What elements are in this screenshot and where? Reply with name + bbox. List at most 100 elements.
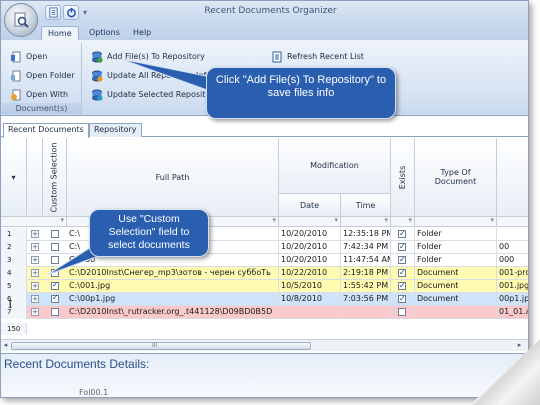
row-number[interactable]: 7 bbox=[1, 306, 27, 319]
custom-selection-checkbox[interactable] bbox=[51, 293, 59, 303]
expand-row-icon[interactable]: + bbox=[31, 269, 39, 277]
row-number[interactable]: 5 bbox=[1, 280, 27, 293]
custom-selection-header-label: Custom Selection bbox=[50, 141, 59, 213]
full-path-cell[interactable]: C:\00p1.jpg bbox=[67, 293, 279, 306]
modification-header: Modification bbox=[279, 138, 391, 194]
search-document-icon bbox=[14, 12, 29, 28]
time-header[interactable]: Time bbox=[341, 194, 391, 217]
expander-header bbox=[27, 138, 43, 217]
extra-cell[interactable]: 001-pro bbox=[497, 267, 528, 280]
exists-header-label: Exists bbox=[398, 165, 408, 189]
custom-selection-checkbox[interactable] bbox=[51, 230, 59, 238]
full-path-cell[interactable]: C:\001.jpg bbox=[67, 280, 279, 293]
open-button[interactable]: Open bbox=[8, 49, 49, 64]
row-indicator-header[interactable]: ▾ bbox=[1, 138, 27, 217]
type-cell[interactable]: Folder bbox=[415, 254, 497, 267]
scroll-left-icon[interactable]: ◂ bbox=[1, 341, 10, 350]
open-folder-icon bbox=[11, 70, 21, 81]
date-cell[interactable]: 10/5/2010 bbox=[279, 280, 341, 293]
database-update-icon bbox=[92, 89, 103, 101]
type-of-document-header[interactable]: Type Of Document bbox=[415, 138, 497, 217]
tab-recent-documents[interactable]: Recent Documents bbox=[3, 123, 89, 138]
time-cell[interactable]: 1:55:42 PM bbox=[341, 280, 391, 293]
date-cell[interactable]: 10/20/2010 bbox=[279, 254, 341, 267]
expand-row-icon[interactable]: + bbox=[31, 243, 39, 251]
refresh-recent-list-button[interactable]: Refresh Recent List bbox=[269, 49, 366, 64]
row-number[interactable]: 3 bbox=[1, 254, 27, 267]
open-document-icon bbox=[11, 51, 21, 62]
exists-cell bbox=[391, 254, 415, 267]
ribbon-tab-strip: Home Options Help bbox=[1, 23, 528, 40]
exists-filter[interactable] bbox=[391, 216, 415, 227]
type-cell[interactable]: Document bbox=[415, 280, 497, 293]
custom-selection-checkbox[interactable] bbox=[51, 280, 59, 290]
time-cell[interactable]: 7:42:34 PM bbox=[341, 241, 391, 254]
type-cell[interactable]: Folder bbox=[415, 241, 497, 254]
date-header[interactable]: Date bbox=[279, 194, 341, 217]
date-cell[interactable]: 10/22/2010 bbox=[279, 267, 341, 280]
type-cell[interactable]: Document bbox=[415, 293, 497, 306]
extra-cell[interactable]: 001.jpg bbox=[497, 280, 528, 293]
extra-column-header[interactable] bbox=[497, 138, 528, 217]
extra-cell[interactable] bbox=[497, 228, 528, 241]
time-cell[interactable]: 7:03:56 PM bbox=[341, 293, 391, 306]
expand-row-icon[interactable]: + bbox=[31, 308, 39, 316]
horizontal-scroll-thumb[interactable]: III bbox=[11, 342, 311, 350]
time-cell[interactable] bbox=[341, 306, 391, 319]
table-row[interactable]: 5 + C:\001.jpg10/5/20101:55:42 PM Document0… bbox=[1, 280, 528, 293]
open-with-label: Open With bbox=[26, 90, 69, 99]
full-path-cell[interactable]: C:\D2010Inst\_rutracker.org_.t441128\D09… bbox=[67, 306, 279, 319]
date-filter[interactable] bbox=[279, 216, 341, 227]
custom-selection-callout: Use "Custom Selection" field to select d… bbox=[89, 209, 209, 257]
date-cell[interactable]: 10/8/2010 bbox=[279, 293, 341, 306]
expand-row-icon[interactable]: + bbox=[31, 295, 39, 303]
horizontal-scrollbar[interactable]: ◂ III ▸ bbox=[1, 339, 528, 351]
expand-row-icon[interactable]: + bbox=[31, 230, 39, 238]
table-row[interactable]: 6 + C:\00p1.jpg10/8/20107:03:56 PM Document… bbox=[1, 293, 528, 306]
custom-selection-header[interactable]: Custom Selection bbox=[43, 138, 67, 217]
row-number[interactable]: 4 bbox=[1, 267, 27, 280]
exists-checkbox bbox=[398, 280, 406, 292]
tab-repository[interactable]: Repository bbox=[89, 123, 142, 137]
details-title: Recent Documents Details: bbox=[4, 357, 150, 371]
tab-help[interactable]: Help bbox=[127, 26, 157, 40]
exists-header[interactable]: Exists bbox=[391, 138, 415, 217]
tab-home[interactable]: Home bbox=[41, 26, 79, 40]
exists-cell bbox=[391, 267, 415, 280]
extra-cell[interactable]: 000 bbox=[497, 254, 528, 267]
date-cell[interactable]: 10/20/2010 bbox=[279, 228, 341, 241]
table-row[interactable]: 7 + C:\D2010Inst\_rutracker.org_.t441128\D… bbox=[1, 306, 528, 319]
open-folder-label: Open Folder bbox=[26, 71, 75, 80]
type-filter[interactable] bbox=[415, 216, 497, 227]
extra-cell[interactable]: 00p1.jp bbox=[497, 293, 528, 306]
time-cell[interactable]: 2:19:18 PM bbox=[341, 267, 391, 280]
tab-options[interactable]: Options bbox=[83, 26, 126, 40]
custom-selection-filter[interactable] bbox=[43, 216, 67, 227]
type-cell[interactable] bbox=[415, 306, 497, 319]
expand-row-icon[interactable]: + bbox=[31, 256, 39, 264]
time-cell[interactable]: 11:47:54 AM bbox=[341, 254, 391, 267]
document-tab-strip: Recent Documents Repository bbox=[1, 121, 528, 138]
scroll-right-icon[interactable]: ▸ bbox=[515, 341, 524, 350]
table-row[interactable]: 1 + C:\ 10/20/2010 12:35:18 PM Folder bbox=[1, 228, 528, 241]
exists-checkbox bbox=[398, 254, 406, 266]
document-group: Open Open Folder Open With Document(s) bbox=[2, 43, 82, 115]
date-cell[interactable] bbox=[279, 306, 341, 319]
application-menu-button[interactable] bbox=[4, 3, 38, 37]
open-folder-button[interactable]: Open Folder bbox=[8, 68, 77, 83]
row-number[interactable]: 1 bbox=[1, 228, 27, 241]
type-cell[interactable]: Folder bbox=[415, 228, 497, 241]
custom-selection-checkbox[interactable] bbox=[51, 308, 59, 316]
date-cell[interactable]: 10/20/2010 bbox=[279, 241, 341, 254]
open-with-button[interactable]: Open With bbox=[8, 87, 70, 102]
row-number[interactable]: 6 bbox=[1, 293, 27, 306]
time-filter[interactable] bbox=[341, 216, 391, 227]
full-path-header[interactable]: Full Path bbox=[67, 138, 279, 217]
type-cell[interactable]: Document bbox=[415, 267, 497, 280]
footer-count: 150 bbox=[1, 323, 27, 335]
extra-cell[interactable]: 00 bbox=[497, 241, 528, 254]
extra-cell[interactable]: 01_01.a bbox=[497, 306, 528, 319]
expand-row-icon[interactable]: + bbox=[31, 282, 39, 290]
row-number[interactable]: 2 bbox=[1, 241, 27, 254]
time-cell[interactable]: 12:35:18 PM bbox=[341, 228, 391, 241]
